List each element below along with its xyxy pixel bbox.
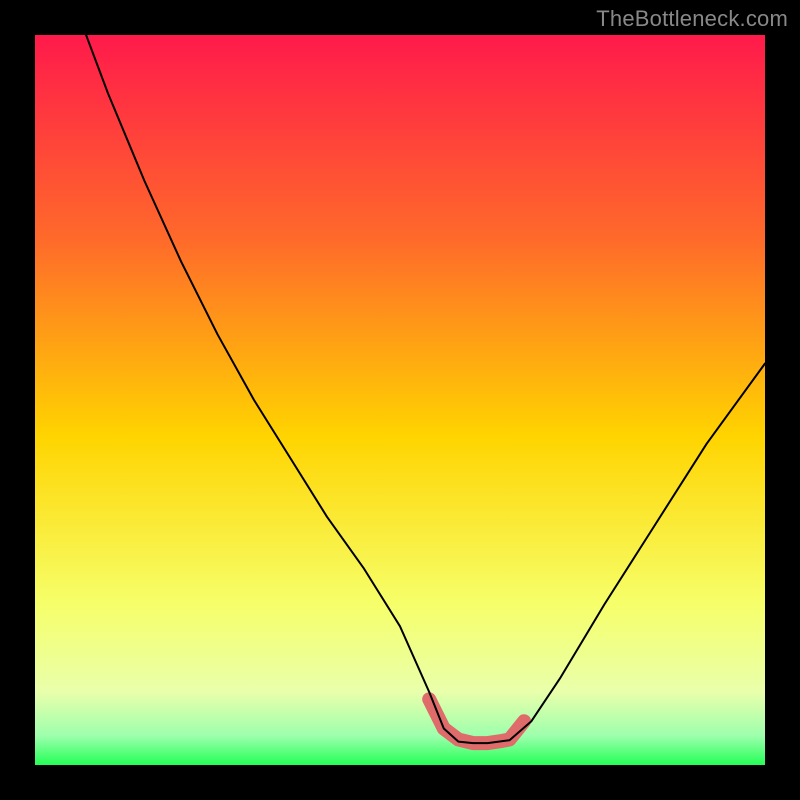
gradient-background	[35, 35, 765, 765]
attribution-label: TheBottleneck.com	[596, 6, 788, 32]
bottleneck-chart	[35, 35, 765, 765]
chart-frame: TheBottleneck.com	[0, 0, 800, 800]
plot-area	[35, 35, 765, 765]
